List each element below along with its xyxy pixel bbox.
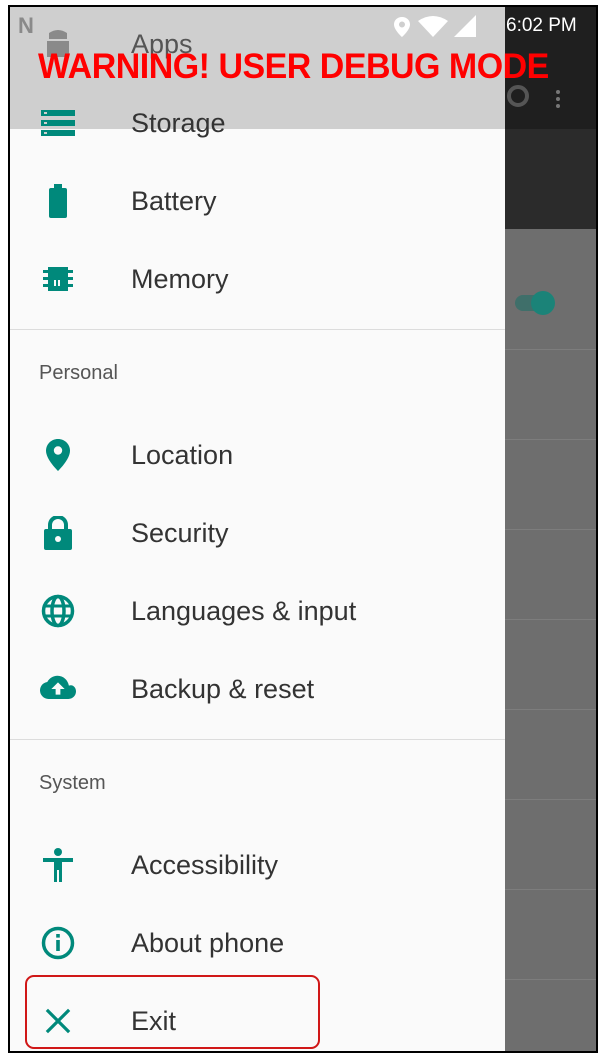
drawer-item-label: Location bbox=[131, 439, 234, 470]
drawer-item-storage[interactable]: Storage bbox=[10, 84, 505, 162]
background-switch-bar bbox=[505, 129, 596, 315]
screen-frame: N 6:02 PM Apps WARNING! USER DEBUG MODE … bbox=[8, 5, 598, 1053]
storage-icon bbox=[40, 105, 76, 141]
cloud-upload-icon bbox=[40, 671, 76, 707]
background-divider bbox=[505, 979, 596, 980]
globe-icon bbox=[40, 593, 76, 629]
exit-highlight-box bbox=[25, 975, 320, 1049]
debug-warning-banner: WARNING! USER DEBUG MODE bbox=[38, 47, 549, 86]
drawer-item-label: Backup & reset bbox=[131, 673, 315, 704]
info-icon bbox=[40, 925, 76, 961]
background-app bbox=[505, 7, 596, 1051]
background-divider bbox=[505, 439, 596, 440]
section-header-personal: Personal bbox=[39, 362, 118, 384]
drawer-item-label: Accessibility bbox=[131, 849, 279, 880]
toggle-switch bbox=[531, 291, 555, 315]
drawer-item-label: Memory bbox=[131, 263, 229, 294]
background-divider bbox=[505, 889, 596, 890]
background-divider bbox=[505, 619, 596, 620]
background-divider bbox=[505, 709, 596, 710]
overflow-menu-icon bbox=[555, 87, 561, 113]
drawer-item-languages[interactable]: Languages & input bbox=[10, 572, 505, 650]
drawer-item-label: Security bbox=[131, 517, 229, 548]
drawer-item-backup[interactable]: Backup & reset bbox=[10, 650, 505, 728]
section-divider bbox=[10, 329, 505, 330]
lock-icon bbox=[40, 515, 76, 551]
background-divider bbox=[505, 799, 596, 800]
drawer-item-memory[interactable]: Memory bbox=[10, 240, 505, 318]
status-time: 6:02 PM bbox=[506, 15, 577, 36]
drawer-item-label: Languages & input bbox=[131, 595, 357, 626]
drawer-item-label: Storage bbox=[131, 107, 226, 138]
battery-icon bbox=[40, 183, 76, 219]
memory-icon bbox=[40, 261, 76, 297]
drawer-item-label: Battery bbox=[131, 185, 217, 216]
location-pin-icon bbox=[40, 437, 76, 473]
drawer-item-location[interactable]: Location bbox=[10, 416, 505, 494]
section-divider bbox=[10, 739, 505, 740]
drawer-item-battery[interactable]: Battery bbox=[10, 162, 505, 240]
drawer-item-about-phone[interactable]: About phone bbox=[10, 904, 505, 982]
settings-gear-icon bbox=[507, 85, 529, 107]
drawer-item-accessibility[interactable]: Accessibility bbox=[10, 826, 505, 904]
navigation-drawer: Apps WARNING! USER DEBUG MODE Storage Ba… bbox=[10, 7, 549, 1051]
background-divider bbox=[505, 349, 596, 350]
section-header-system: System bbox=[39, 772, 106, 794]
background-divider bbox=[505, 529, 596, 530]
drawer-item-label: About phone bbox=[131, 927, 285, 958]
accessibility-icon bbox=[40, 847, 76, 883]
drawer-item-security[interactable]: Security bbox=[10, 494, 505, 572]
